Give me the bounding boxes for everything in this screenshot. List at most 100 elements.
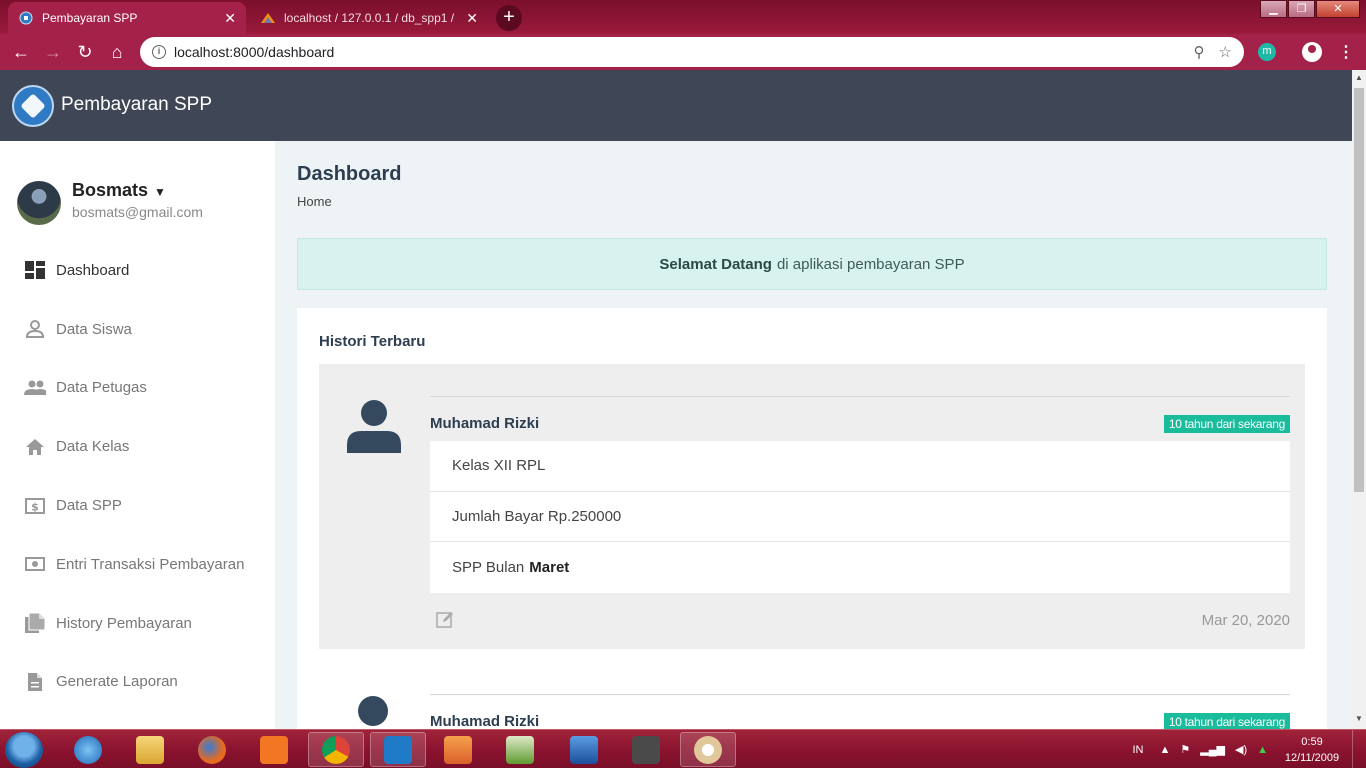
dashboard-icon (24, 259, 46, 281)
browser-titlebar: Pembayaran SPP ✕ localhost / 127.0.0.1 /… (0, 0, 1366, 34)
sidebar-item-label: Data Petugas (56, 379, 147, 397)
clock-time: 0:59 (1301, 735, 1323, 748)
user-menu[interactable]: Bosmats ▼ (72, 180, 166, 201)
history-title: Histori Terbaru (319, 333, 426, 350)
tab-title: Pembayaran SPP (42, 11, 138, 25)
sidebar-item-label: Generate Laporan (56, 673, 178, 691)
document-icon (24, 671, 46, 693)
bookmark-star-icon[interactable]: ☆ (1219, 43, 1232, 61)
avatar (17, 181, 61, 225)
school-logo-icon (18, 10, 34, 26)
close-tab-icon[interactable]: ✕ (466, 10, 478, 27)
start-button[interactable] (5, 732, 43, 768)
paint-icon[interactable] (680, 732, 736, 767)
address-bar[interactable]: i localhost:8000/dashboard ⚲ ☆ (140, 37, 1244, 67)
sidebar-item-label: History Pembayaran (56, 614, 192, 632)
forward-arrow-icon[interactable]: → (42, 41, 64, 63)
user-icon (358, 696, 388, 726)
new-tab-button[interactable]: + (496, 5, 522, 31)
clock[interactable]: 0:59 12/11/2009 (1272, 734, 1352, 766)
time-badge: 10 tahun dari sekarang (1163, 713, 1290, 729)
tab-phpmyadmin[interactable]: localhost / 127.0.0.1 / db_spp1 / ✕ (250, 2, 488, 34)
sidebar-item-dashboard[interactable]: Dashboard (0, 241, 275, 300)
show-desktop-button[interactable] (1352, 730, 1366, 768)
browser-menu-icon[interactable]: ⋮ (1338, 42, 1354, 62)
app-header: Pembayaran SPP (0, 70, 1352, 141)
sidebar-item-label: Data Kelas (56, 438, 130, 456)
tab-title: localhost / 127.0.0.1 / db_spp1 / (284, 11, 455, 25)
minimize-button[interactable]: ▁ (1260, 0, 1287, 18)
media-player-icon[interactable] (430, 732, 486, 767)
windows-taskbar: IN ▲ ⚑ ▂▄▆ ◀) ▲ 0:59 12/11/2009 (0, 729, 1366, 768)
extension-icon[interactable]: m (1258, 43, 1276, 61)
money-icon (24, 553, 46, 575)
dollar-icon: $ (24, 495, 46, 517)
home-icon[interactable]: ⌂ (106, 41, 128, 63)
sidebar-item-label: Entri Transaksi Pembayaran (56, 555, 245, 573)
network-icon[interactable]: ▂▄▆ (1200, 743, 1225, 756)
clock-date: 12/11/2009 (1284, 751, 1340, 764)
browser-toolbar: ← → ↻ ⌂ i localhost:8000/dashboard ⚲ ☆ m… (0, 34, 1366, 70)
divider (430, 396, 1290, 397)
breadcrumb[interactable]: Home (297, 194, 332, 209)
history-name: Muhamad Rizki (430, 415, 540, 432)
edit-icon[interactable] (436, 610, 454, 628)
sidebar-item-data-petugas[interactable]: Data Petugas (0, 359, 275, 418)
action-center-flag-icon[interactable]: ⚑ (1180, 743, 1190, 756)
detail-kelas: Kelas XII RPL (430, 441, 1290, 492)
back-arrow-icon[interactable]: ← (10, 41, 32, 63)
alert-text: di aplikasi pembayaran SPP (776, 255, 965, 273)
sidebar-item-history-pembayaran[interactable]: History Pembayaran (0, 594, 275, 653)
history-item: Muhamad Rizki 10 tahun dari sekarang (319, 678, 1305, 729)
sidebar-item-generate-laporan[interactable]: Generate Laporan (0, 653, 275, 712)
people-icon (24, 377, 46, 399)
alert-bold: Selamat Datang (659, 255, 772, 273)
detail-spp: SPP Bulan Maret (452, 558, 570, 576)
file-explorer-icon[interactable] (122, 732, 178, 767)
xampp-icon[interactable] (246, 732, 302, 767)
volume-icon[interactable]: ◀) (1235, 743, 1247, 756)
scroll-up-arrow-icon[interactable]: ▲ (1355, 73, 1363, 82)
sidebar-item-data-siswa[interactable]: Data Siswa (0, 300, 275, 359)
page-scrollbar[interactable]: ▲ ▼ (1352, 70, 1366, 729)
scroll-down-arrow-icon[interactable]: ▼ (1355, 714, 1363, 723)
reload-icon[interactable]: ↻ (74, 41, 96, 63)
page-title: Dashboard (297, 163, 402, 185)
history-name: Muhamad Rizki (430, 713, 540, 729)
history-details: Kelas XII RPL Jumlah Bayar Rp.250000 SPP… (430, 441, 1290, 593)
system-tray: IN ▲ ⚑ ▂▄▆ ◀) ▲ 0:59 12/11/2009 (1133, 730, 1366, 768)
language-indicator[interactable]: IN (1133, 744, 1144, 756)
sidebar-item-data-kelas[interactable]: Data Kelas (0, 417, 275, 476)
word-icon[interactable] (556, 732, 612, 767)
sidebar-item-label: Dashboard (56, 261, 130, 279)
firefox-icon[interactable] (184, 732, 240, 767)
url-text: localhost:8000/dashboard (174, 44, 335, 60)
tab-pembayaran-spp[interactable]: Pembayaran SPP ✕ (8, 2, 246, 34)
history-card: Histori Terbaru Muhamad Rizki 10 tahun d… (297, 308, 1327, 729)
sidebar-item-label: Data SPP (56, 497, 122, 515)
internet-explorer-icon[interactable] (60, 732, 116, 767)
maximize-button[interactable]: ❐ (1288, 0, 1315, 18)
info-icon[interactable]: i (152, 45, 166, 59)
chevron-down-icon: ▼ (154, 185, 166, 199)
sidebar-item-data-spp[interactable]: $ Data SPP (0, 476, 275, 535)
window-controls: ▁ ❐ ✕ (1259, 0, 1360, 18)
sublime-text-icon[interactable] (618, 732, 674, 767)
user-icon (347, 399, 401, 453)
sidebar-item-entri-transaksi[interactable]: Entri Transaksi Pembayaran (0, 535, 275, 594)
vscode-icon[interactable] (370, 732, 426, 767)
app-brand[interactable]: Pembayaran SPP (61, 94, 212, 116)
svg-text:$: $ (31, 500, 39, 513)
close-window-button[interactable]: ✕ (1316, 0, 1360, 18)
app-tray-icon[interactable]: ▲ (1257, 744, 1268, 756)
show-hidden-icons-icon[interactable]: ▲ (1160, 744, 1171, 756)
close-tab-icon[interactable]: ✕ (224, 10, 236, 27)
phpmyadmin-icon (260, 10, 276, 26)
school-logo (12, 85, 54, 127)
spreadsheet-icon[interactable] (492, 732, 548, 767)
zoom-icon[interactable]: ⚲ (1194, 43, 1205, 61)
scrollbar-thumb[interactable] (1354, 88, 1364, 492)
home-icon (24, 436, 46, 458)
chrome-icon[interactable] (308, 732, 364, 767)
profile-icon[interactable] (1302, 42, 1322, 62)
